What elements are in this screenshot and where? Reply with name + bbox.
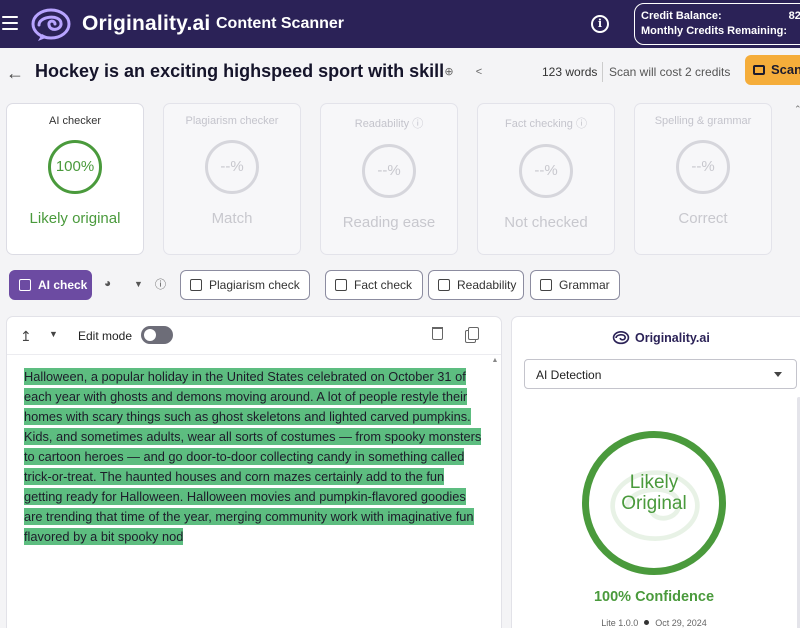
score-ring: --% [676,140,730,194]
card-caption: AI checker [49,115,101,127]
ai-check-toggle[interactable]: AI check [9,270,92,300]
document-title-bar: ← Hockey is an exciting highspeed sport … [0,48,800,98]
scroll-up-icon[interactable]: ▲ [491,357,499,364]
chevron-down-icon[interactable]: ▼ [49,329,58,339]
info-icon[interactable]: i [591,15,609,33]
plagiarism-check-label: Plagiarism check [209,278,300,292]
score-ring: --% [362,144,416,198]
word-count: 123 words [542,65,598,79]
card-readability[interactable]: Readability ⓘ --% Reading ease [320,103,458,255]
card-caption: Plagiarism checker [185,115,279,127]
checkbox-icon [190,279,202,291]
verdict-label: Likely Original [589,472,719,514]
fact-check-toggle[interactable]: Fact check [325,270,423,300]
scan-meta: Lite 1.0.0 Oct 29, 2024 [512,618,796,628]
checkbox-icon [19,279,31,291]
chevron-down-icon[interactable]: ▼ [134,279,143,289]
back-arrow-icon[interactable]: ← [6,63,24,84]
fact-check-label: Fact check [354,278,413,292]
readability-label: Readability [457,278,517,292]
scan-button[interactable]: Scan [745,55,800,85]
detection-select[interactable]: AI Detection [524,359,797,389]
score-ring: 100% [48,140,102,194]
confidence-score: 100% Confidence [593,589,715,605]
card-result: Not checked [504,214,588,231]
scan-button-label: Scan [771,62,800,77]
app-title: Content Scanner [216,15,345,32]
brain-logo-icon [31,8,71,41]
results-brand-name: Originality.ai [635,331,710,345]
upload-icon[interactable]: ↥ [20,328,32,345]
checkbox-icon [438,279,450,291]
separator-dot [644,620,650,625]
collapse-icon[interactable]: ⌃ [794,104,800,115]
document-title[interactable]: Hockey is an exciting highspeed sport wi… [35,61,444,82]
model-version: Lite 1.0.0 [601,618,639,628]
card-fact-checking[interactable]: Fact checking ⓘ --% Not checked [477,103,615,255]
credit-balance-value: 820 [788,10,800,22]
editor-content[interactable]: Halloween, a popular holiday in the Unit… [24,367,484,547]
verdict-ring: Likely Original [582,431,726,575]
scan-cost: Scan will cost 2 credits [609,65,731,79]
editor-scrollbar[interactable]: ▲ [491,357,499,628]
score-ring: --% [205,140,259,194]
edit-mode-label: Edit mode [78,329,133,343]
editor-toolbar: ↥ ▼ Edit mode [7,317,501,355]
ai-check-label: AI check [38,278,88,292]
results-brand: Originality.ai [612,331,710,345]
results-panel: Originality.ai AI Detection Likely Origi… [511,316,800,628]
score-ring: --% [519,144,573,198]
share-icon[interactable]: < [472,65,486,79]
grammar-label: Grammar [559,278,610,292]
card-caption: Readability ⓘ [354,118,424,130]
card-result: Match [211,210,253,227]
divider [602,62,603,82]
highlighted-text: Halloween, a popular holiday in the Unit… [24,368,482,545]
scan-icon [753,65,765,75]
text-editor-panel: ↥ ▼ Edit mode ▲ Halloween, a popular hol… [6,316,502,628]
edit-mode-toggle[interactable] [141,326,173,344]
card-plagiarism-checker[interactable]: Plagiarism checker --% Match [163,103,301,255]
grammar-toggle[interactable]: Grammar [530,270,620,300]
card-result: Correct [678,210,728,227]
scan-date: Oct 29, 2024 [655,618,707,628]
brain-logo-icon [612,331,630,345]
checkbox-icon [335,279,347,291]
add-icon[interactable]: ⊕ [442,65,456,79]
checkbox-icon [540,279,552,291]
dropdown-arrow-icon [774,372,782,377]
credit-balance-label: Credit Balance: [641,10,722,22]
language-icon[interactable]: ◕ [104,276,111,290]
card-result: Reading ease [342,214,436,231]
info-icon[interactable]: ⓘ [155,276,166,292]
menu-icon[interactable] [2,15,18,31]
card-caption: Fact checking ⓘ [505,118,587,130]
credits-panel: Credit Balance: 820 Monthly Credits Remai… [634,3,800,45]
verdict-line-2: Original [621,493,687,514]
detection-select-value: AI Detection [536,368,602,382]
card-ai-checker[interactable]: AI checker 100% Likely original [6,103,144,255]
card-caption: Spelling & grammar [654,115,752,127]
brand-name: Originality.ai [82,12,211,35]
copy-icon[interactable] [468,327,479,340]
card-spelling-grammar[interactable]: Spelling & grammar --% Correct [634,103,772,255]
monthly-credits-label: Monthly Credits Remaining: [641,25,788,37]
readability-toggle[interactable]: Readability [428,270,524,300]
plagiarism-check-toggle[interactable]: Plagiarism check [180,270,310,300]
verdict-line-1: Likely [629,472,679,493]
trash-icon[interactable] [432,327,443,340]
top-bar: Originality.ai Content Scanner i Credit … [0,0,800,48]
card-result: Likely original [29,210,121,227]
